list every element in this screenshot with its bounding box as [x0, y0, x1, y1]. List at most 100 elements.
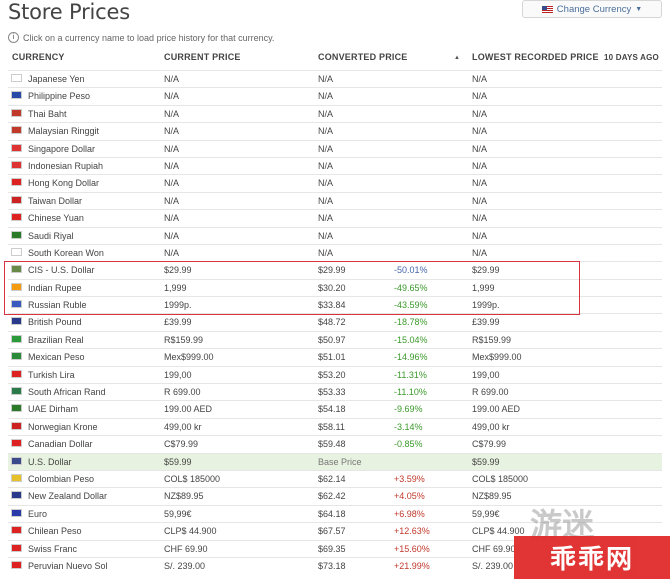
currency-name[interactable]: Japanese Yen	[28, 74, 85, 84]
currency-name[interactable]: Canadian Dollar	[28, 439, 93, 449]
lowest-price: R 699.00	[472, 387, 509, 398]
currency-name[interactable]: Thai Baht	[28, 109, 67, 119]
currency-name[interactable]: Indian Rupee	[28, 283, 82, 293]
converted-price: $53.33	[318, 387, 346, 398]
currency-name[interactable]: Taiwan Dollar	[28, 196, 82, 206]
converted-price: N/A	[318, 230, 334, 241]
country-flag-icon	[11, 213, 22, 222]
price-difference: -18.78%	[394, 317, 428, 328]
lowest-price: N/A	[472, 160, 488, 171]
currency-name[interactable]: New Zealand Dollar	[28, 491, 107, 501]
price-difference: -11.10%	[394, 387, 427, 398]
currency-name[interactable]: Philippine Peso	[28, 91, 90, 101]
country-flag-icon	[11, 421, 22, 430]
lowest-price: N/A	[472, 74, 488, 84]
price-difference: +21.99%	[394, 560, 430, 571]
col-lowest-price[interactable]: LOWEST RECORDED PRICE	[472, 52, 599, 62]
currency-name[interactable]: Mexican Peso	[28, 352, 85, 362]
lowest-price: N/A	[472, 108, 488, 119]
currency-name[interactable]: Russian Ruble	[28, 300, 87, 310]
change-currency-button[interactable]: Change Currency ▼	[522, 0, 662, 18]
table-row: South African Rand R 699.00 $53.33 -11.10% R…	[8, 383, 662, 400]
table-row: Malaysian Ringgit N/A N/A N/A	[8, 122, 662, 139]
converted-price: $62.42	[318, 491, 346, 502]
lowest-price: $29.99	[472, 265, 500, 276]
country-flag-icon	[11, 491, 22, 500]
converted-price: $29.99	[318, 265, 346, 276]
currency-name[interactable]: Turkish Lira	[28, 370, 75, 380]
current-price: N/A	[164, 143, 180, 154]
current-price: CLP$ 44.900	[164, 526, 217, 537]
country-flag-icon	[11, 334, 22, 343]
current-price: N/A	[164, 108, 180, 119]
country-flag-icon	[11, 456, 22, 465]
converted-price: N/A	[318, 143, 334, 154]
lowest-price: C$79.99	[472, 439, 507, 450]
price-table: Japanese Yen N/A N/A N/A Philippine Peso N/A N…	[8, 70, 662, 574]
country-flag-icon	[11, 317, 22, 326]
current-price: Mex$999.00	[164, 352, 214, 363]
current-price: 59,99€	[164, 508, 192, 519]
current-price: NZ$89.95	[164, 491, 204, 502]
lowest-price: CHF 69.90	[472, 543, 516, 554]
country-flag-icon	[11, 143, 22, 152]
lowest-price: N/A	[472, 178, 488, 189]
price-difference: +6.98%	[394, 508, 425, 519]
hint-label: Click on a currency name to load price h…	[23, 32, 275, 43]
currency-name[interactable]: Swiss Franc	[28, 544, 77, 554]
country-flag-icon	[11, 387, 22, 396]
col-currency[interactable]: CURRENCY	[12, 52, 65, 62]
country-flag-icon	[11, 178, 22, 187]
currency-name[interactable]: South African Rand	[28, 387, 106, 397]
current-price: N/A	[164, 247, 180, 258]
lowest-price: 199.00 AED	[472, 404, 521, 415]
currency-name[interactable]: Hong Kong Dollar	[28, 178, 99, 188]
col-converted-price[interactable]: CONVERTED PRICE	[318, 52, 408, 62]
table-row: Philippine Peso N/A N/A N/A	[8, 87, 662, 104]
currency-name[interactable]: Norwegian Krone	[28, 422, 98, 432]
converted-price: $62.14	[318, 473, 346, 484]
country-flag-icon	[11, 265, 22, 274]
col-current-price[interactable]: CURRENT PRICE	[164, 52, 241, 62]
converted-price: N/A	[318, 160, 334, 171]
currency-name[interactable]: Indonesian Rupiah	[28, 161, 103, 171]
lowest-price: COL$ 185000	[472, 473, 529, 484]
lowest-price: N/A	[472, 213, 488, 224]
country-flag-icon	[11, 247, 22, 256]
converted-price: N/A	[318, 74, 334, 84]
converted-price: $69.35	[318, 543, 346, 554]
current-price: $59.99	[164, 456, 192, 467]
currency-name[interactable]: CIS - U.S. Dollar	[28, 265, 95, 275]
currency-name[interactable]: Brazilian Real	[28, 335, 84, 345]
current-price: S/. 239.00	[164, 560, 206, 571]
price-difference: -3.14%	[394, 421, 423, 432]
currency-name[interactable]: U.S. Dollar	[28, 457, 72, 467]
currency-name[interactable]: British Pound	[28, 317, 82, 327]
price-difference: -15.04%	[394, 334, 428, 345]
currency-name[interactable]: Euro	[28, 509, 47, 519]
table-row: Turkish Lira 199,00 $53.20 -11.31% 199,00	[8, 365, 662, 383]
table-row: UAE Dirham 199.00 AED $54.18 -9.69% 199.00 A…	[8, 400, 662, 417]
current-price: $29.99	[164, 265, 192, 276]
caret-down-icon: ▼	[635, 5, 643, 13]
current-price: N/A	[164, 195, 180, 206]
currency-name[interactable]: Chilean Peso	[28, 526, 82, 536]
currency-name[interactable]: Peruvian Nuevo Sol	[28, 561, 108, 571]
currency-name[interactable]: Malaysian Ringgit	[28, 126, 99, 136]
country-flag-icon	[11, 508, 22, 517]
currency-name[interactable]: Singapore Dollar	[28, 144, 95, 154]
current-price: N/A	[164, 230, 180, 241]
currency-name[interactable]: South Korean Won	[28, 248, 104, 258]
converted-price: N/A	[318, 247, 334, 258]
table-row: Canadian Dollar C$79.99 $59.48 -0.85% C$79.9…	[8, 435, 662, 452]
lowest-price: N/A	[472, 230, 488, 241]
currency-name[interactable]: Chinese Yuan	[28, 213, 84, 223]
currency-name[interactable]: Colombian Peso	[28, 474, 94, 484]
table-row: Thai Baht N/A N/A N/A	[8, 104, 662, 122]
currency-name[interactable]: Saudi Riyal	[28, 231, 74, 241]
current-price: N/A	[164, 91, 180, 102]
currency-name[interactable]: UAE Dirham	[28, 404, 78, 414]
price-difference: -0.85%	[394, 439, 423, 450]
country-flag-icon	[11, 160, 22, 169]
lowest-price: 1999p.	[472, 300, 500, 311]
